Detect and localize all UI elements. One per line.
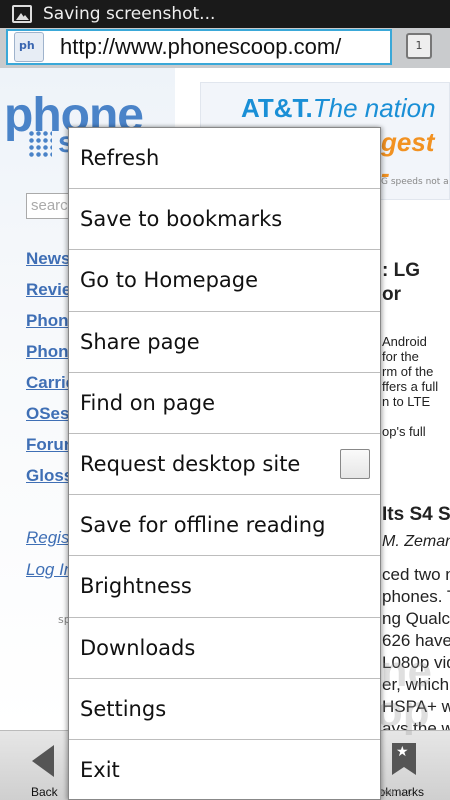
menu-item-label: Downloads — [80, 635, 196, 660]
back-button[interactable]: Back — [18, 737, 74, 799]
menu-item-share-page[interactable]: Share page — [69, 312, 380, 373]
status-text: Saving screenshot... — [43, 4, 216, 24]
menu-item-brightness[interactable]: Brightness — [69, 556, 380, 618]
menu-item-save-to-bookmarks[interactable]: Save to bookmarks — [69, 189, 380, 251]
menu-item-label: Settings — [80, 696, 167, 721]
nav-link-news[interactable]: News — [26, 249, 70, 269]
tabs-button[interactable]: 1 — [406, 33, 432, 59]
back-arrow-icon — [32, 745, 54, 777]
menu-item-label: Brightness — [80, 574, 192, 599]
ad-fine-print: G speeds not av — [381, 177, 450, 187]
menu-item-label: Save to bookmarks — [80, 207, 283, 232]
nav-link-forums[interactable]: Forun — [26, 435, 74, 455]
back-label: Back — [31, 785, 58, 799]
menu-item-label: Exit — [80, 758, 120, 783]
article-2-body-line: ng Qualco — [382, 609, 450, 628]
menu-item-downloads[interactable]: Downloads — [69, 618, 380, 679]
logo-dots-icon — [28, 130, 52, 158]
nav-link-reviews[interactable]: Revie — [26, 280, 71, 300]
menu-item-label: Go to Homepage — [80, 268, 259, 293]
article-1-body-line: for the — [382, 349, 419, 364]
menu-item-settings[interactable]: Settings — [69, 679, 380, 740]
browser-options-menu: Refresh Save to bookmarks Go to Homepage… — [68, 127, 381, 800]
article-1-headline-line-2[interactable]: or — [382, 284, 401, 306]
menu-item-save-offline[interactable]: Save for offline reading — [69, 495, 380, 557]
menu-item-request-desktop-site[interactable]: Request desktop site — [69, 434, 380, 496]
menu-item-exit[interactable]: Exit — [69, 740, 380, 799]
desktop-site-checkbox[interactable] — [340, 449, 370, 480]
article-1-body-line: op's full — [382, 424, 426, 439]
status-bar: Saving screenshot... — [0, 0, 450, 28]
article-1-body-line: ffers a full — [382, 379, 439, 394]
article-2-body-line: phones. T — [382, 587, 450, 606]
article-1-body-line: Android — [382, 334, 427, 349]
browser-url-bar: http://www.phonescoop.com/ 1 — [0, 28, 450, 68]
login-link[interactable]: Log In — [26, 560, 73, 580]
menu-item-find-on-page[interactable]: Find on page — [69, 373, 380, 434]
article-2-byline: M. Zeman — [382, 533, 450, 550]
article-1-body-line: rm of the — [382, 364, 434, 379]
menu-item-label: Find on page — [80, 390, 215, 415]
article-1-headline-line-1[interactable]: : LG — [382, 260, 420, 282]
menu-item-label: Share page — [80, 329, 200, 354]
article-2-body-line: ced two ne — [382, 565, 450, 584]
menu-item-label: Refresh — [80, 146, 160, 171]
image-icon — [12, 5, 32, 23]
star-icon: ★ — [396, 744, 409, 760]
article-2-headline[interactable]: Its S4 S — [382, 504, 450, 526]
article-1-body-line: n to LTE — [382, 394, 431, 409]
ad-headline: AT&T.The nation — [241, 93, 436, 123]
menu-item-label: Request desktop site — [80, 452, 301, 477]
menu-item-refresh[interactable]: Refresh — [69, 128, 380, 190]
url-field[interactable]: http://www.phonescoop.com/ — [6, 29, 392, 65]
nav-link-glossary[interactable]: Gloss — [26, 466, 73, 486]
nav-link-oses[interactable]: OSes — [26, 404, 69, 424]
menu-item-label: Save for offline reading — [80, 513, 326, 538]
url-text[interactable]: http://www.phonescoop.com/ — [60, 34, 341, 60]
menu-item-go-to-homepage[interactable]: Go to Homepage — [69, 250, 380, 312]
site-favicon-icon — [14, 32, 44, 62]
register-link[interactable]: Regis — [26, 528, 69, 548]
